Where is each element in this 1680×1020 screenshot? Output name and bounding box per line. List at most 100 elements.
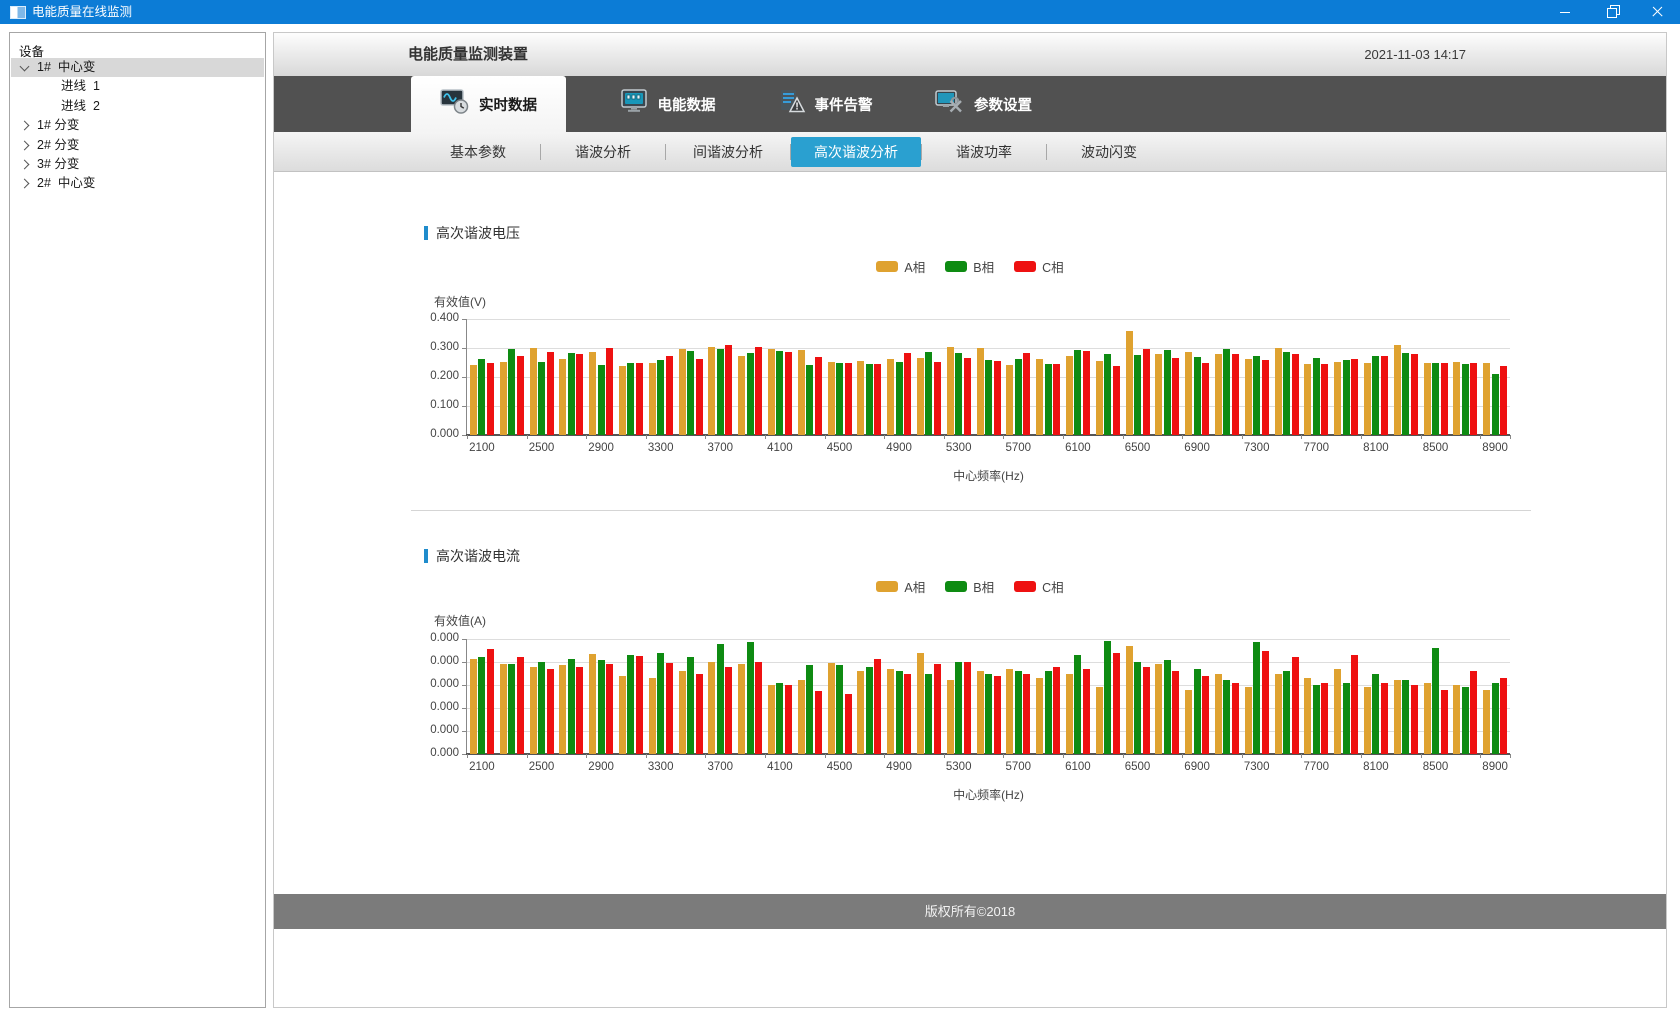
bar	[1432, 648, 1439, 754]
x-tick-label: 8900	[1473, 761, 1517, 773]
bar	[874, 659, 881, 754]
tab-label: 参数设置	[974, 94, 1032, 115]
legend-item-A相[interactable]: A相	[876, 577, 925, 596]
bar	[1232, 683, 1239, 754]
bar	[964, 358, 971, 435]
chevron-right-icon[interactable]	[20, 121, 30, 131]
tab-3[interactable]: !事件告警	[749, 76, 899, 132]
bar	[708, 347, 715, 435]
bar	[598, 660, 605, 754]
tree-item-7[interactable]: 2# 中心变	[11, 174, 264, 193]
legend-item-C相[interactable]: C相	[1014, 577, 1064, 596]
y-tick-mark	[462, 435, 467, 436]
tab-2[interactable]: 电能数据	[592, 76, 742, 132]
tree-item-label: 2# 中心变	[37, 174, 95, 193]
x-tick-mark	[1510, 754, 1511, 758]
bar	[679, 671, 686, 754]
bar	[708, 662, 715, 754]
bar	[738, 664, 745, 754]
bar	[1432, 363, 1439, 436]
restore-button[interactable]	[1588, 0, 1634, 24]
y-tick-mark	[462, 731, 467, 732]
bar	[1096, 361, 1103, 435]
bar	[696, 674, 703, 755]
bar	[1351, 359, 1358, 435]
tree-item-label: 进线 2	[61, 97, 100, 116]
legend-swatch	[1014, 581, 1036, 592]
y-tick-mark	[462, 685, 467, 686]
bar	[985, 360, 992, 435]
bar	[517, 356, 524, 435]
chevron-right-icon[interactable]	[20, 179, 30, 189]
bar	[657, 360, 664, 435]
tab-1[interactable]: 实时数据	[411, 76, 566, 132]
chevron-right-icon[interactable]	[20, 140, 30, 150]
bar	[1253, 356, 1260, 435]
legend-item-B相[interactable]: B相	[945, 577, 994, 596]
legend-item-C相[interactable]: C相	[1014, 257, 1064, 276]
legend-item-A相[interactable]: A相	[876, 257, 925, 276]
x-tick-label: 3300	[639, 761, 683, 773]
bar	[1066, 356, 1073, 435]
x-tick-label: 5300	[937, 442, 981, 454]
tree-item-2[interactable]: 进线 1	[11, 77, 264, 96]
bar	[1372, 356, 1379, 435]
chevron-right-icon[interactable]	[20, 160, 30, 170]
y-axis-label: 有效值(A)	[434, 612, 486, 629]
x-tick-mark	[1182, 754, 1183, 758]
voltage-bar-chart: 有效值(V)0.4000.3000.2000.1000.000210025002…	[274, 33, 1666, 1007]
x-tick-mark	[1242, 435, 1243, 439]
minimize-button[interactable]	[1542, 0, 1588, 24]
close-button[interactable]	[1634, 0, 1680, 24]
bar	[776, 351, 783, 435]
bar	[836, 665, 843, 754]
bar	[508, 664, 515, 754]
y-tick-label: 0.000	[409, 428, 459, 440]
bar	[1500, 366, 1507, 435]
legend-item-B相[interactable]: B相	[945, 257, 994, 276]
subtab-2[interactable]: 谐波分析	[541, 132, 665, 171]
bar	[904, 674, 911, 755]
bar	[717, 644, 724, 754]
bar	[478, 657, 485, 754]
subtab-5[interactable]: 谐波功率	[922, 132, 1046, 171]
x-tick-label: 7300	[1235, 761, 1279, 773]
bar	[1202, 363, 1209, 435]
bar	[1104, 641, 1111, 754]
subtab-1[interactable]: 基本参数	[416, 132, 540, 171]
bar	[1275, 348, 1282, 435]
subtab-4[interactable]: 高次谐波分析	[791, 137, 921, 167]
legend-swatch	[1014, 261, 1036, 272]
bar	[1372, 674, 1379, 755]
x-tick-label: 8100	[1354, 761, 1398, 773]
tree-item-4[interactable]: 1# 分变	[11, 116, 264, 135]
subtab-3[interactable]: 间谐波分析	[666, 132, 790, 171]
bar	[955, 662, 962, 754]
x-tick-label: 3700	[698, 442, 742, 454]
realtime-data-icon	[440, 88, 470, 120]
tree-item-5[interactable]: 2# 分变	[11, 136, 264, 155]
bar	[1364, 687, 1371, 754]
legend-label: A相	[904, 577, 925, 596]
bar	[478, 359, 485, 435]
bar	[559, 359, 566, 435]
chevron-down-icon[interactable]	[20, 62, 30, 72]
subtab-6[interactable]: 波动闪变	[1047, 132, 1171, 171]
x-tick-mark	[1063, 435, 1064, 439]
tree-item-6[interactable]: 3# 分变	[11, 155, 264, 174]
minimize-icon	[1560, 12, 1570, 13]
x-tick-label: 8100	[1354, 442, 1398, 454]
bar	[1394, 680, 1401, 754]
x-tick-label: 4900	[877, 442, 921, 454]
bar	[538, 362, 545, 435]
tree-item-1[interactable]: 1# 中心变	[11, 58, 264, 77]
tree-item-3[interactable]: 进线 2	[11, 97, 264, 116]
x-tick-mark	[884, 754, 885, 758]
tree-item-label: 进线 1	[61, 77, 100, 96]
tab-4[interactable]: 参数设置	[906, 76, 1061, 132]
bar	[1364, 363, 1371, 435]
bar	[1304, 364, 1311, 435]
bar	[1424, 683, 1431, 754]
bar	[1053, 667, 1060, 754]
gridline	[467, 731, 1510, 732]
